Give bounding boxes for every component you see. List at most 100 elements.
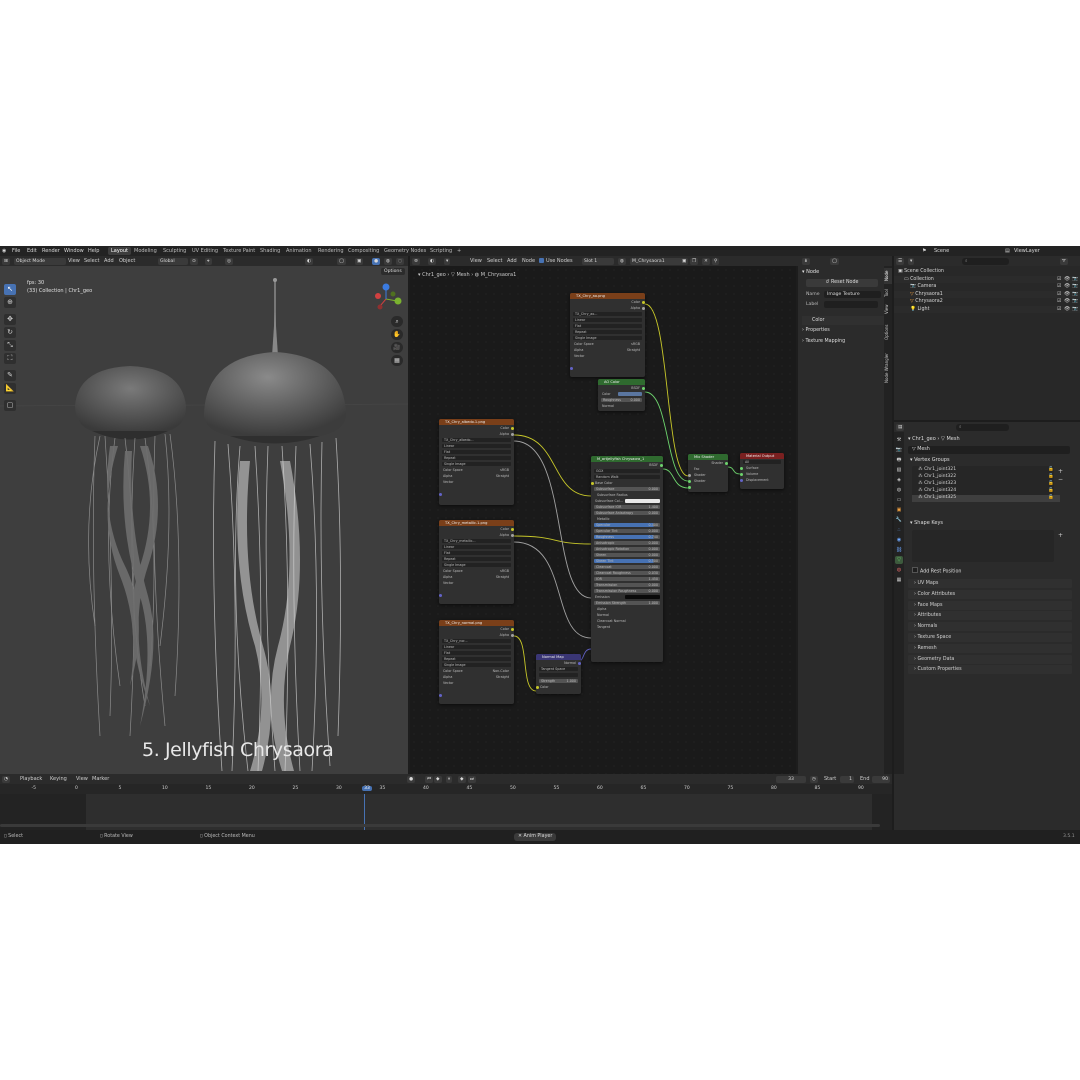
add-workspace-button[interactable]: + — [454, 247, 464, 255]
property-panel[interactable]: › Remesh — [908, 643, 1072, 653]
zoom-icon[interactable]: ⌕ — [391, 316, 403, 327]
view-layer-tab-icon[interactable]: ▧ — [895, 466, 903, 474]
tab-options[interactable]: Options — [884, 320, 892, 344]
prev-keyframe-icon[interactable]: ◆ — [434, 775, 442, 783]
property-panel[interactable]: › Geometry Data — [908, 654, 1072, 664]
remove-vertex-group-icon[interactable]: − — [1058, 476, 1063, 483]
constraints-tab-icon[interactable]: ⛓ — [895, 546, 903, 554]
record-icon[interactable]: ● — [407, 775, 416, 783]
tab-rendering[interactable]: Rendering — [315, 247, 347, 255]
menu-render[interactable]: Render — [42, 248, 60, 254]
socket-color[interactable] — [511, 527, 514, 531]
property-panel[interactable]: › Texture Space — [908, 633, 1072, 642]
node-tex-normal[interactable]: TX_Chry_normal.png Color Alpha TX_Chry_n… — [439, 620, 514, 704]
pan-icon[interactable]: ✋ — [391, 329, 403, 340]
solid-shading-icon[interactable]: ● — [372, 257, 381, 265]
socket-shader-out[interactable] — [725, 461, 728, 465]
start-frame-field[interactable]: 1 — [840, 775, 854, 783]
image-selector[interactable]: TX_Chry_metallic... — [442, 538, 511, 544]
source-dropdown[interactable]: Single Image — [442, 662, 511, 668]
outliner-item[interactable]: ▣ Scene Collection — [894, 268, 1080, 275]
material-tab-icon[interactable]: ◍ — [895, 566, 903, 574]
transform-tool-icon[interactable]: ⛶ — [4, 353, 16, 364]
eye-icon[interactable]: 👁 — [1064, 306, 1070, 313]
properties-panel[interactable]: › Properties — [802, 328, 830, 333]
socket-vector[interactable] — [439, 593, 442, 597]
interpolation-dropdown[interactable]: Linear — [442, 544, 511, 550]
slot-dropdown[interactable]: Slot 1 — [582, 257, 614, 265]
extension-dropdown[interactable]: Repeat — [442, 556, 511, 562]
texture-mapping-panel[interactable]: › Texture Mapping — [802, 339, 845, 344]
socket-bsdf[interactable] — [642, 386, 645, 390]
bsdf-input-row[interactable]: Tangent — [591, 624, 663, 630]
output-tab-icon[interactable]: 🖶 — [895, 456, 903, 464]
add-rest-position-checkbox[interactable]: Add Rest Position — [912, 567, 961, 575]
viewport-menu-view[interactable]: View — [68, 258, 80, 264]
select-tool-icon[interactable]: ↖ — [4, 284, 16, 295]
socket-alpha[interactable] — [511, 432, 514, 436]
viewport-menu-object[interactable]: Object — [119, 258, 135, 264]
outliner-type-icon[interactable]: ☰ — [896, 257, 905, 265]
node-tex-albedo[interactable]: TX_Chry_albedo.1.png Color Alpha TX_Chry… — [439, 419, 514, 505]
socket-vector[interactable] — [570, 366, 573, 370]
outliner-item[interactable]: 💡 Light ☑ 👁 📷 — [894, 305, 1080, 313]
socket-alpha[interactable] — [642, 306, 645, 310]
reset-node-button[interactable]: ↺ Reset Node — [806, 279, 878, 287]
jump-start-icon[interactable]: ⏮ — [425, 775, 434, 783]
node-editor-type-icon[interactable]: ⊚ — [412, 257, 420, 265]
properties-type-icon[interactable]: ▤ — [896, 423, 905, 431]
interpolation-dropdown[interactable]: Linear — [442, 644, 511, 650]
socket-color-in[interactable] — [536, 685, 539, 689]
overlays-icon[interactable]: ◯ — [337, 257, 347, 265]
tab-scripting[interactable]: Scripting — [427, 247, 455, 255]
viewport-menu-add[interactable]: Add — [104, 258, 114, 264]
socket-fac[interactable] — [688, 473, 691, 477]
fake-user-icon[interactable]: ▣ — [680, 257, 689, 265]
perspective-toggle-icon[interactable]: ▦ — [391, 355, 403, 366]
property-panel[interactable]: › UV Maps — [908, 579, 1072, 588]
socket-surface[interactable] — [740, 466, 743, 470]
socket-volume[interactable] — [740, 472, 743, 476]
socket-vector[interactable] — [439, 492, 442, 496]
target-dropdown[interactable]: All — [743, 459, 781, 465]
orientation-dropdown[interactable]: Global — [158, 257, 188, 265]
tab-texture-paint[interactable]: Texture Paint — [220, 247, 258, 255]
property-panel[interactable]: › Normals — [908, 622, 1072, 632]
mesh-data-tab-icon[interactable]: ▽ — [895, 556, 903, 564]
add-shape-key-icon[interactable]: + — [1058, 532, 1063, 539]
checkbox-icon[interactable]: ☑ — [1057, 306, 1061, 313]
particles-tab-icon[interactable]: ∴ — [895, 526, 903, 534]
tab-sculpting[interactable]: Sculpting — [160, 247, 189, 255]
property-panel[interactable]: › Face Maps — [908, 600, 1072, 610]
node-menu-select[interactable]: Select — [487, 258, 502, 264]
rotate-tool-icon[interactable]: ↻ — [4, 327, 16, 338]
socket-shader-1[interactable] — [688, 479, 691, 483]
vertex-group-item[interactable]: ⁂ Chr1_joint322 🔓 — [912, 474, 1060, 481]
next-keyframe-icon[interactable]: ◆ — [458, 775, 466, 783]
socket-color[interactable] — [511, 627, 514, 631]
outliner-item[interactable]: ▭ Collection ☑ 👁 📷 — [894, 275, 1080, 283]
timeline-scrollbar[interactable] — [0, 824, 880, 827]
vertex-group-item[interactable]: ⁂ Chr1_joint321 🔓 — [912, 467, 1060, 474]
world-tab-icon[interactable]: ◍ — [895, 486, 903, 494]
use-nodes-checkbox[interactable]: Use Nodes — [539, 258, 573, 264]
socket-bsdf-out[interactable] — [660, 463, 663, 467]
tab-shading[interactable]: Shading — [257, 247, 283, 255]
node-editor-canvas[interactable]: ▾ Chr1_geo › ▽ Mesh › ◍ M_Chrysaora1 TX_… — [410, 266, 796, 774]
timeline-menu-playback[interactable]: Playback — [20, 776, 42, 782]
extension-dropdown[interactable]: Repeat — [442, 656, 511, 662]
render-tab-icon[interactable]: 📷 — [895, 446, 903, 454]
unlink-material-icon[interactable]: ✕ — [702, 257, 710, 265]
subsurface-method-dropdown[interactable]: Random Walk — [594, 474, 660, 480]
camera-toggle-icon[interactable]: 📷 — [1072, 306, 1078, 313]
node-name-field[interactable]: Image Texture — [824, 291, 881, 298]
uv-map-field[interactable] — [539, 672, 578, 678]
interpolation-dropdown[interactable]: Linear — [442, 443, 511, 449]
node-label-field[interactable] — [824, 301, 878, 308]
interpolation-dropdown[interactable]: Linear — [573, 317, 642, 323]
node-menu-node[interactable]: Node — [522, 258, 535, 264]
source-dropdown[interactable]: Single Image — [442, 562, 511, 568]
timeline-menu-view[interactable]: View — [76, 776, 88, 782]
outliner-item[interactable]: ▽ Chrysaora1 ☑ 👁 📷 — [894, 290, 1080, 298]
node-mix-shader[interactable]: Mix Shader Shader Fac Shader Shader — [688, 454, 728, 492]
